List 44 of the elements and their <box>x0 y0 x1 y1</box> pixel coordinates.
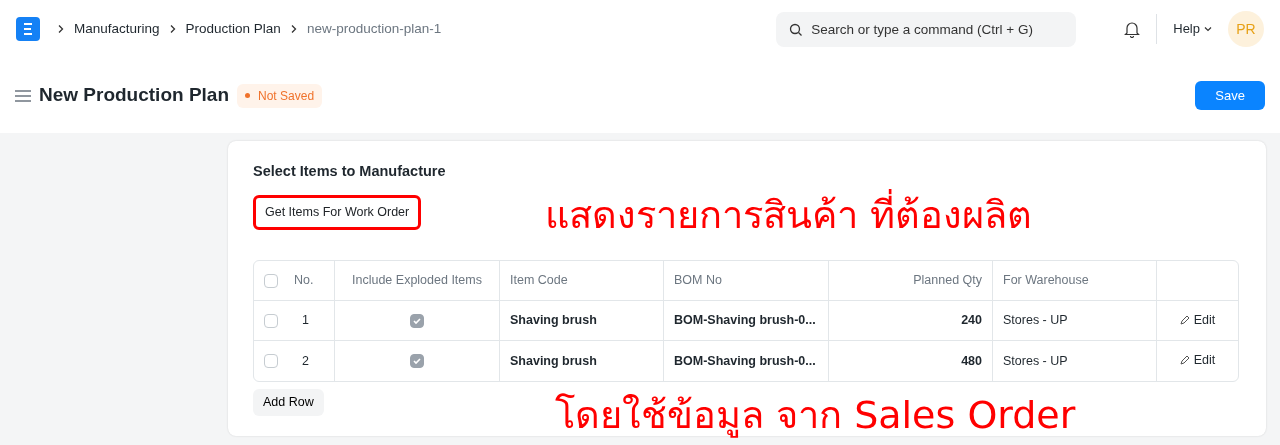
column-header: No. <box>294 273 314 288</box>
column-header: BOM No <box>664 261 829 302</box>
table-cell: 1 <box>302 313 309 328</box>
table-cell: 240 <box>829 301 993 342</box>
table-cell: BOM-Shaving brush-0... <box>664 301 829 342</box>
row-checkbox[interactable] <box>264 354 278 369</box>
notification-bell-icon[interactable] <box>1124 20 1141 38</box>
column-header: Planned Qty <box>829 261 993 302</box>
edit-link[interactable]: Edit <box>1179 310 1216 330</box>
table-cell: Shaving brush <box>500 341 664 382</box>
table-cell: Stores - UP <box>993 341 1157 382</box>
table-cell: 480 <box>829 341 993 382</box>
checkbox[interactable] <box>410 313 424 328</box>
search-field[interactable]: Search or type a command (Ctrl + G) <box>776 11 1077 47</box>
help-menu[interactable]: Help <box>1173 19 1212 39</box>
add-row-button[interactable]: Add Row <box>253 389 324 416</box>
row-checkbox[interactable] <box>264 313 278 328</box>
table-cell: 2 <box>302 353 309 368</box>
annotation-text: แสดงรายการสินค้า ที่ต้องผลิต <box>545 189 1033 243</box>
column-header: Item Code <box>500 261 664 302</box>
checkbox[interactable] <box>410 354 424 369</box>
caret-icon <box>1204 26 1212 32</box>
annotation-text: โดยใช้ข้อมูล จาก Sales Order <box>555 392 1076 440</box>
pencil-icon <box>1179 355 1190 366</box>
page-title: New Production Plan <box>39 84 230 107</box>
menu-icon[interactable] <box>15 89 31 102</box>
edit-link[interactable]: Edit <box>1179 351 1216 370</box>
app-logo[interactable] <box>16 17 40 41</box>
select-all-checkbox[interactable] <box>264 273 278 288</box>
section-title: Select Items to Manufacture <box>253 163 447 181</box>
search-icon <box>789 22 804 37</box>
table-cell: Stores - UP <box>993 301 1157 342</box>
breadcrumb-link[interactable]: Production Plan <box>185 18 281 40</box>
breadcrumb-link[interactable]: new-production-plan-1 <box>306 18 442 40</box>
save-button[interactable]: Save <box>1195 80 1265 111</box>
breadcrumb-link[interactable]: Manufacturing <box>74 18 160 40</box>
table-cell: BOM-Shaving brush-0... <box>664 341 829 382</box>
status-indicator: Not Saved <box>237 83 323 108</box>
chevron-right-icon <box>56 24 66 34</box>
get-items-button[interactable]: Get Items For Work Order <box>253 195 422 231</box>
column-header: For Warehouse <box>993 261 1157 302</box>
column-header: Include Exploded Items <box>335 261 500 302</box>
table-cell: Shaving brush <box>500 301 664 342</box>
pencil-icon <box>1179 314 1190 325</box>
